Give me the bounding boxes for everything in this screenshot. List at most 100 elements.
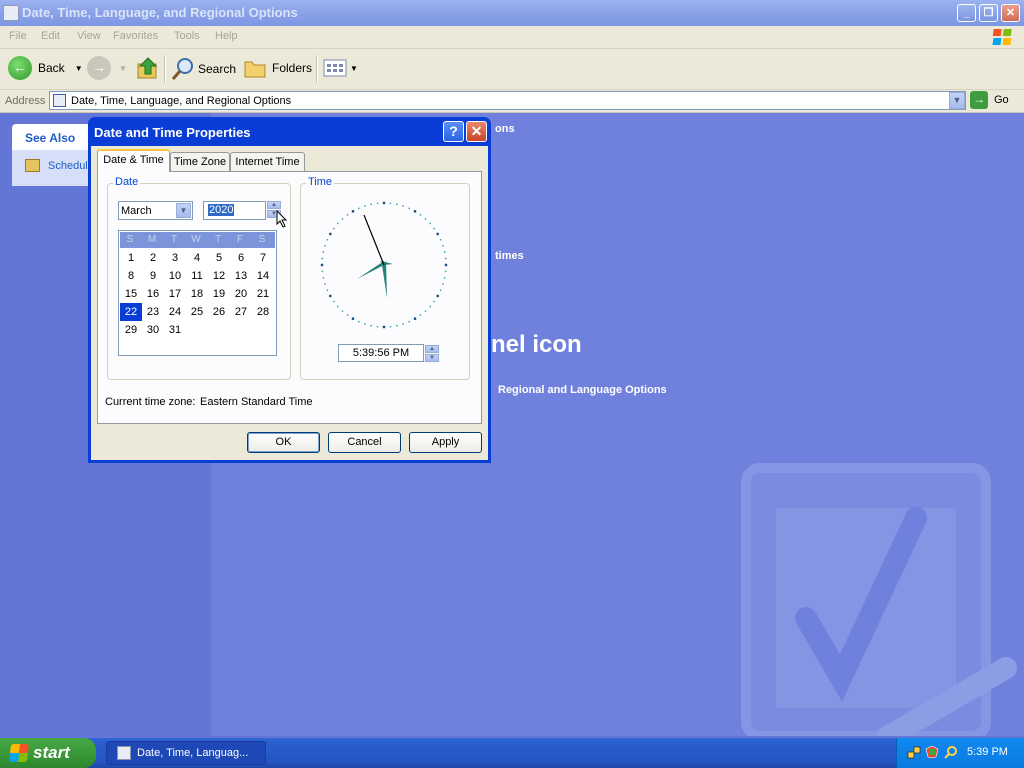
calendar-day[interactable]: 10: [164, 267, 186, 285]
clock-tick: [376, 202, 379, 205]
clock-tick: [436, 294, 439, 298]
calendar-day[interactable]: 5: [208, 249, 230, 267]
folders-button[interactable]: Folders: [243, 57, 312, 79]
address-label: Address: [5, 95, 46, 107]
calendar-day[interactable]: 16: [142, 285, 164, 303]
tab-panel: Date March ▼ 2020 ▲ ▼ S M T W T F S 1 2 …: [97, 171, 482, 424]
windows-logo-icon: [992, 29, 1012, 45]
time-spin-down[interactable]: ▼: [425, 354, 439, 362]
forward-button[interactable]: → ▼: [87, 56, 127, 80]
network-icon[interactable]: [907, 745, 921, 759]
calendar-day[interactable]: 23: [142, 303, 164, 321]
window-title-bar[interactable]: Date, Time, Language, and Regional Optio…: [0, 0, 1024, 26]
calendar-day[interactable]: 25: [186, 303, 208, 321]
calendar-day[interactable]: 2: [142, 249, 164, 267]
back-arrow-icon: ←: [8, 56, 32, 80]
clock-tick: [424, 218, 427, 220]
go-button[interactable]: → Go: [970, 91, 1009, 109]
start-button[interactable]: start: [0, 738, 96, 768]
clock-tick: [376, 325, 379, 328]
dialog-close-button[interactable]: ✕: [466, 121, 487, 142]
clock-tick: [396, 203, 398, 206]
close-button[interactable]: ✕: [1001, 4, 1020, 22]
taskbar-item-date-time[interactable]: Date, Time, Languag...: [106, 741, 266, 765]
calendar-day[interactable]: 20: [230, 285, 252, 303]
calendar-day[interactable]: 8: [120, 267, 142, 285]
back-label: Back: [38, 61, 65, 75]
address-dropdown-button[interactable]: ▼: [949, 92, 965, 109]
menu-edit[interactable]: Edit: [41, 30, 60, 42]
calendar-day[interactable]: 9: [142, 267, 164, 285]
clock-tick: [413, 210, 417, 213]
see-also-title: See Also: [25, 131, 76, 145]
calendar-day[interactable]: 13: [230, 267, 252, 285]
calendar-day[interactable]: 27: [230, 303, 252, 321]
menu-tools[interactable]: Tools: [174, 30, 200, 42]
address-bar: Address Date, Time, Language, and Region…: [0, 90, 1024, 113]
calendar-day[interactable]: 30: [142, 321, 164, 339]
hour-hand: [357, 261, 384, 279]
calendar-day[interactable]: 14: [252, 267, 274, 285]
weekday-header: M: [147, 234, 157, 245]
views-button[interactable]: ▼: [323, 57, 358, 79]
calendar-day[interactable]: 15: [120, 285, 142, 303]
menu-favorites[interactable]: Favorites: [113, 30, 158, 42]
calendar-day[interactable]: 3: [164, 249, 186, 267]
clock-tick: [382, 201, 386, 205]
chevron-down-icon[interactable]: ▼: [119, 64, 127, 73]
calendar-day[interactable]: 4: [186, 249, 208, 267]
restore-button[interactable]: ❐: [979, 4, 998, 22]
address-input[interactable]: Date, Time, Language, and Regional Optio…: [49, 91, 966, 110]
search-button[interactable]: Search: [171, 57, 236, 81]
apply-button[interactable]: Apply: [409, 432, 482, 453]
clock-tick: [322, 277, 325, 279]
forward-arrow-icon: →: [87, 56, 111, 80]
calendar-day[interactable]: 7: [252, 249, 274, 267]
tab-internet-time[interactable]: Internet Time: [230, 152, 305, 171]
time-spin-up[interactable]: ▲: [425, 345, 439, 353]
minimize-button[interactable]: _: [957, 4, 976, 22]
cancel-button[interactable]: Cancel: [328, 432, 401, 453]
calendar-day[interactable]: 26: [208, 303, 230, 321]
tab-time-zone[interactable]: Time Zone: [170, 152, 230, 171]
go-arrow-icon: →: [970, 91, 988, 109]
taskbar-clock[interactable]: 5:39 PM: [967, 746, 1008, 758]
calendar-day[interactable]: 19: [208, 285, 230, 303]
clock-tick: [442, 245, 444, 247]
calendar-day[interactable]: 22: [120, 303, 142, 321]
up-folder-icon[interactable]: [136, 56, 160, 80]
calendar-day[interactable]: 28: [252, 303, 274, 321]
search-icon[interactable]: [944, 745, 958, 759]
time-field[interactable]: 5:39:56 PM: [338, 344, 424, 362]
tab-date-time[interactable]: Date & Time: [97, 149, 170, 172]
views-icon: [323, 59, 347, 77]
back-button[interactable]: ← Back ▼: [8, 56, 83, 80]
clock-tick: [324, 283, 326, 285]
menu-file[interactable]: File: [9, 30, 27, 42]
clock-tick: [333, 300, 335, 303]
calendar-day[interactable]: 11: [186, 267, 208, 285]
menu-view[interactable]: View: [77, 30, 101, 42]
calendar-day[interactable]: 6: [230, 249, 252, 267]
calendar-day[interactable]: 31: [164, 321, 186, 339]
chevron-down-icon[interactable]: ▼: [75, 64, 83, 73]
system-tray: 5:39 PM: [896, 738, 1024, 768]
calendar-day[interactable]: 12: [208, 267, 230, 285]
month-select[interactable]: March ▼: [118, 201, 193, 220]
calendar-day[interactable]: 24: [164, 303, 186, 321]
year-spin-up[interactable]: ▲: [267, 201, 281, 209]
calendar-day[interactable]: 17: [164, 285, 186, 303]
calendar-day[interactable]: 21: [252, 285, 274, 303]
clock-tick: [402, 205, 404, 207]
security-shield-icon[interactable]: [925, 745, 939, 759]
regional-language-options-link[interactable]: Regional and Language Options: [498, 384, 667, 396]
menu-help[interactable]: Help: [215, 30, 238, 42]
clock-tick: [326, 289, 329, 291]
month-calendar[interactable]: S M T W T F S 1 2 3 4 5 6 7 8 9 10 11 12 13 14 15 16 17 1…: [118, 230, 277, 356]
calendar-day[interactable]: 18: [186, 285, 208, 303]
calendar-day[interactable]: 1: [120, 249, 142, 267]
year-field[interactable]: 2020: [203, 201, 266, 220]
help-button[interactable]: ?: [443, 121, 464, 142]
calendar-day[interactable]: 29: [120, 321, 142, 339]
ok-button[interactable]: OK: [247, 432, 320, 453]
